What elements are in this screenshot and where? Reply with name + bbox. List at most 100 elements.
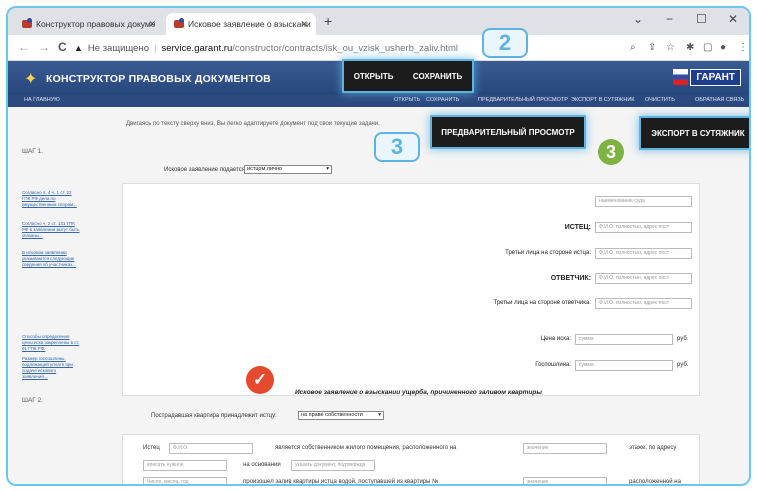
location-text: расположенной на [629, 479, 681, 485]
chevron-down-icon: ▾ [326, 166, 329, 172]
step-number-badge: 3 [374, 132, 420, 162]
address-separator: | [154, 42, 157, 54]
document-form: В наименование суда ИСТЕЦ: Ф.И.О. полнос… [122, 183, 700, 396]
document-title: Исковое заявление о взыскании ущерба, пр… [295, 389, 542, 396]
nav-export-link[interactable]: ЭКСПОРТ В СУТЯЖНИК [571, 97, 635, 103]
tab-close-icon[interactable]: ✕ [300, 19, 308, 30]
nav-save-link[interactable]: СОХРАНИТЬ [426, 97, 459, 103]
sidebar-note-link[interactable]: Способы определения цены иска закреплены… [22, 334, 80, 352]
menu-kebab-icon[interactable]: ⋮ [738, 42, 748, 53]
defendant-field[interactable]: Ф.И.О. полностью, адрес пост [595, 273, 692, 284]
owner-label: Пострадавшая квартира принадлежит истцу: [151, 413, 277, 419]
claim-price-label: Цена иска: [540, 336, 571, 342]
ownership-select[interactable]: на праве собственности ▾ [298, 411, 384, 420]
open-button[interactable]: ОТКРЫТЬ [354, 72, 394, 81]
garant-favicon-icon [174, 18, 184, 28]
nav-feedback-link[interactable]: ОБРАТНАЯ СВЯЗЬ [695, 97, 744, 103]
step-number-badge: 2 [482, 28, 528, 58]
profile-avatar-icon[interactable]: ● [720, 42, 726, 53]
open-save-callout: ОТКРЫТЬ СОХРАНИТЬ [344, 61, 472, 91]
sidepanel-icon[interactable]: ▢ [703, 42, 712, 53]
preview-button[interactable]: ПРЕДВАРИТЕЛЬНЫЙ ПРОСМОТР [432, 117, 584, 147]
third-party-defendant-label: Третьи лица на стороне ответчика: [493, 300, 591, 306]
date-field[interactable]: Число, месяц, год [143, 477, 227, 484]
nav-preview-link[interactable]: ПРЕДВАРИТЕЛЬНЫЙ ПРОСМОТР [478, 97, 568, 103]
browser-address-row: ← → C ▲ Не защищено | service.garant.ru/… [8, 35, 749, 61]
filed-by-value: истцом лично [247, 166, 283, 172]
garant-favicon-icon [22, 18, 32, 28]
brand-name: ГАРАНТ [690, 68, 741, 86]
bookmark-star-icon[interactable]: ☆ [666, 42, 675, 53]
zoom-icon[interactable]: ⌕ [630, 42, 636, 53]
address-text: этаже, по адресу [629, 445, 677, 451]
flood-statement-text: произошел залив квартиры истца водой, по… [243, 479, 439, 485]
nav-open-link[interactable]: ОТКРЫТЬ [394, 97, 420, 103]
maximize-button[interactable]: ☐ [696, 12, 707, 26]
browser-tab-strip: Конструктор правовых докуме ✕ Исковое за… [8, 8, 749, 35]
plaintiff-text: Истец [143, 445, 160, 451]
site-subnav: НА ГЛАВНУЮ ОТКРЫТЬ СОХРАНИТЬ ПРЕДВАРИТЕЛ… [8, 95, 749, 107]
security-label: Не защищено [87, 42, 149, 54]
ownership-statement-text: является собственником жилого помещения,… [275, 445, 457, 451]
tab-close-icon[interactable]: ✕ [148, 19, 156, 30]
minimize-button[interactable]: − [666, 12, 673, 26]
apartment-number-field[interactable]: значение [523, 477, 607, 484]
not-secure-warning-icon: ▲ [74, 43, 83, 53]
tab-title: Исковое заявление о взыскани [188, 19, 311, 29]
flag-icon [673, 69, 689, 85]
export-button[interactable]: ЭКСПОРТ В СУТЯЖНИК [641, 118, 749, 148]
ownership-value: на праве собственности [301, 412, 363, 418]
sidebar-note-link[interactable]: Согласно п. 4 ч. 1 ст. 22 ГПК РФ дела по… [22, 190, 80, 208]
filed-by-label: Исковое заявление подается: [164, 167, 247, 173]
url-host: service.garant.ru [161, 42, 233, 54]
floor-field[interactable]: значение [523, 443, 607, 454]
browser-tab[interactable]: Конструктор правовых докуме ✕ [14, 13, 164, 35]
plaintiff-label: ИСТЕЦ: [564, 224, 591, 231]
address-field[interactable]: вписать нужное [143, 460, 227, 471]
tab-search-icon[interactable]: ⌄ [633, 12, 643, 26]
sparkle-logo-icon: ✦ [24, 71, 38, 88]
extensions-icon[interactable]: ✱ [686, 42, 694, 53]
claim-price-field[interactable]: сумма [575, 334, 673, 345]
sidebar-note-link[interactable]: В исковом заявлении указываются следующи… [22, 250, 80, 268]
step-1-heading: ШАГ 1. [22, 148, 44, 155]
url-path: /constructor/contracts/isk_ou_vzisk_ushe… [232, 42, 459, 54]
reload-icon[interactable]: C [58, 40, 67, 54]
filed-by-select[interactable]: истцом лично ▾ [244, 165, 332, 174]
save-button[interactable]: СОХРАНИТЬ [413, 72, 462, 81]
plaintiff-field[interactable]: Ф.И.О. полностью, адрес пост [595, 222, 692, 233]
instruction-hint: Двигаясь по тексту сверху вниз, Вы легко… [126, 121, 380, 127]
third-party-plaintiff-label: Третьи лица на стороне истца: [505, 250, 591, 256]
checkmark-icon: ✓ [246, 366, 274, 394]
sidebar-note-link[interactable]: Согласно ч. 2 ст. 131 ГПК РФ в заявлении… [22, 221, 80, 239]
forward-arrow-icon[interactable]: → [38, 40, 50, 54]
basis-document-field[interactable]: указать документ, подтвержда [291, 460, 375, 471]
step-number-badge-green: 3 [598, 139, 624, 165]
new-tab-button[interactable]: + [324, 13, 332, 29]
basis-text: на основании [243, 462, 281, 468]
step-2-form: Истец Ф.И.О. является собственником жило… [122, 434, 700, 485]
share-icon[interactable]: ⇪ [648, 42, 656, 53]
browser-tab-active[interactable]: Исковое заявление о взыскани ✕ [166, 13, 316, 35]
nav-clear-link[interactable]: ОЧИСТИТЬ [645, 97, 675, 103]
state-duty-label: Госпошлина: [535, 362, 571, 368]
nav-home-link[interactable]: НА ГЛАВНУЮ [24, 97, 60, 103]
third-party-defendant-field[interactable]: Ф.И.О. полностью, адрес пост [595, 298, 692, 309]
screenshot-frame: Конструктор правовых докуме ✕ Исковое за… [6, 6, 751, 486]
third-party-plaintiff-field[interactable]: Ф.И.О. полностью, адрес пост [595, 248, 692, 259]
defendant-label: ОТВЕТЧИК: [550, 275, 591, 282]
address-bar[interactable]: ▲ Не защищено | service.garant.ru/constr… [74, 39, 494, 57]
court-field[interactable]: наименование суда [595, 196, 692, 207]
plaintiff-name-field[interactable]: Ф.И.О. [169, 443, 253, 454]
step-2-heading: ШАГ 2. [22, 397, 44, 404]
claim-price-unit: руб. [677, 336, 689, 342]
back-arrow-icon[interactable]: ← [18, 40, 30, 54]
state-duty-field[interactable]: сумма [575, 360, 673, 371]
chevron-down-icon: ▾ [378, 412, 381, 418]
close-window-button[interactable]: ✕ [728, 12, 738, 26]
garant-logo[interactable]: ГАРАНТ [673, 67, 741, 87]
state-duty-unit: руб. [677, 362, 689, 368]
tab-title: Конструктор правовых докуме [36, 19, 156, 29]
site-title: КОНСТРУКТОР ПРАВОВЫХ ДОКУМЕНТОВ [46, 73, 271, 85]
sidebar-note-link[interactable]: Размер госпошлины, подлежащей уплате при… [22, 356, 80, 380]
